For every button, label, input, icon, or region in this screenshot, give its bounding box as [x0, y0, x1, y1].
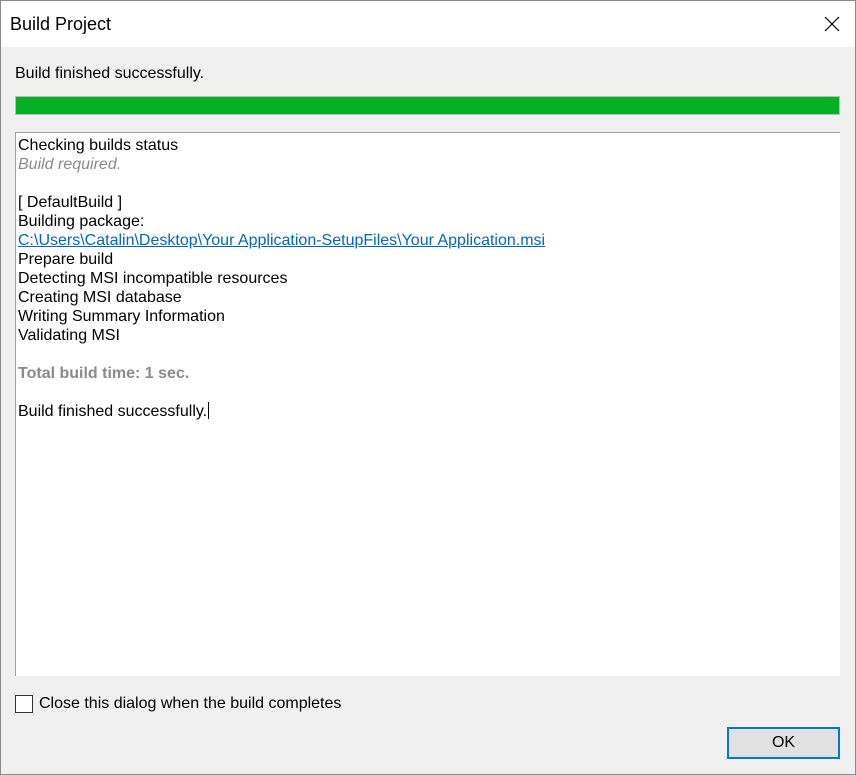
log-line-text: Creating MSI database	[18, 289, 182, 306]
log-line-text: Building package:	[18, 213, 145, 230]
dialog-title: Build Project	[10, 14, 112, 34]
log-line-text: Build finished successfully.	[18, 403, 208, 420]
close-on-complete-checkbox[interactable]	[15, 695, 33, 713]
log-line-text: Checking builds status	[18, 137, 179, 154]
build-status-text: Build finished successfully.	[15, 65, 205, 82]
log-line: Checking builds status	[18, 136, 840, 155]
package-path-link[interactable]: C:\Users\Catalin\Desktop\Your Applicatio…	[18, 232, 545, 249]
close-button[interactable]	[809, 1, 855, 47]
log-line: Creating MSI database	[18, 288, 840, 307]
log-line: Build finished successfully.	[18, 402, 840, 421]
log-line: Build required.	[18, 155, 840, 174]
title-bar[interactable]: Build Project	[1, 1, 855, 47]
log-line-text: Prepare build	[18, 251, 114, 268]
build-project-dialog: Build Project Build finished successfull…	[0, 0, 856, 775]
log-line: Prepare build	[18, 250, 840, 269]
ok-button[interactable]: OK	[727, 727, 840, 759]
log-line: [ DefaultBuild ]	[18, 193, 840, 212]
log-line: Detecting MSI incompatible resources	[18, 269, 840, 288]
log-line-text: Total build time: 1 sec.	[18, 365, 190, 382]
log-line-text: Detecting MSI incompatible resources	[18, 270, 288, 287]
close-icon	[824, 16, 840, 32]
log-line: Writing Summary Information	[18, 307, 840, 326]
build-progress-fill	[16, 97, 839, 114]
log-line-text: Writing Summary Information	[18, 308, 225, 325]
log-line-text: [ DefaultBuild ]	[18, 194, 123, 211]
log-line-text: Build required.	[18, 156, 122, 173]
log-line: Validating MSI	[18, 326, 840, 345]
log-line: C:\Users\Catalin\Desktop\Your Applicatio…	[18, 231, 840, 250]
close-on-complete-label[interactable]: Close this dialog when the build complet…	[39, 695, 341, 713]
build-progress-bar	[15, 96, 840, 115]
log-line-text: Validating MSI	[18, 327, 120, 344]
log-line: Total build time: 1 sec.	[18, 364, 840, 383]
text-caret	[208, 402, 210, 419]
close-on-complete-option[interactable]: Close this dialog when the build complet…	[15, 695, 341, 713]
log-line: Building package:	[18, 212, 840, 231]
build-log-output[interactable]: Checking builds status Build required. [ D…	[15, 132, 840, 676]
